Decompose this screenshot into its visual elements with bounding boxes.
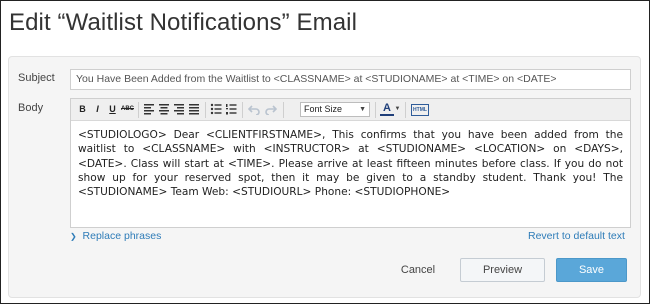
editor-toolbar: B I U ABC Font Size ▼ A ▼ HTML [71,99,630,121]
chevron-down-icon[interactable]: ▼ [394,103,401,116]
numbered-list-icon[interactable] [225,103,238,116]
body-textarea[interactable]: <STUDIOLOGO> Dear <CLIENTFIRSTNAME>, Thi… [78,128,623,199]
font-size-label: Font Size [304,104,343,114]
cancel-button[interactable]: Cancel [393,258,443,282]
subject-input[interactable]: You Have Been Added from the Waitlist to… [70,69,631,90]
font-color-icon[interactable]: A [380,103,394,116]
replace-phrases-label: Replace phrases [82,230,162,242]
toolbar-divider [405,102,406,118]
toolbar-divider [205,102,206,118]
font-size-select[interactable]: Font Size ▼ [300,102,370,117]
revert-default-link[interactable]: Revert to default text [528,230,625,242]
italic-icon[interactable]: I [91,103,104,116]
html-icon[interactable]: HTML [411,104,429,116]
body-editor[interactable]: B I U ABC Font Size ▼ A ▼ HTML <STUDIOLO… [70,98,631,228]
strikethrough-icon[interactable]: ABC [121,103,134,116]
redo-icon[interactable] [264,103,277,116]
subject-label: Subject [18,72,55,84]
align-right-icon[interactable] [173,103,186,116]
chevron-right-icon: ❯ [70,232,77,241]
replace-phrases-link[interactable]: ❯ Replace phrases [70,230,161,242]
preview-button[interactable]: Preview [460,258,545,282]
page-title: Edit “Waitlist Notifications” Email [9,9,358,36]
toolbar-divider [375,102,376,118]
chevron-down-icon: ▼ [359,106,366,113]
toolbar-divider [138,102,139,118]
align-justify-icon[interactable] [188,103,201,116]
align-left-icon[interactable] [143,103,156,116]
toolbar-divider [283,102,284,118]
save-button[interactable]: Save [556,258,627,282]
undo-icon[interactable] [248,103,261,116]
body-label: Body [18,102,44,114]
bullet-list-icon[interactable] [210,103,223,116]
align-center-icon[interactable] [158,103,171,116]
bold-icon[interactable]: B [76,103,89,116]
underline-icon[interactable]: U [106,103,119,116]
toolbar-divider [242,102,243,118]
